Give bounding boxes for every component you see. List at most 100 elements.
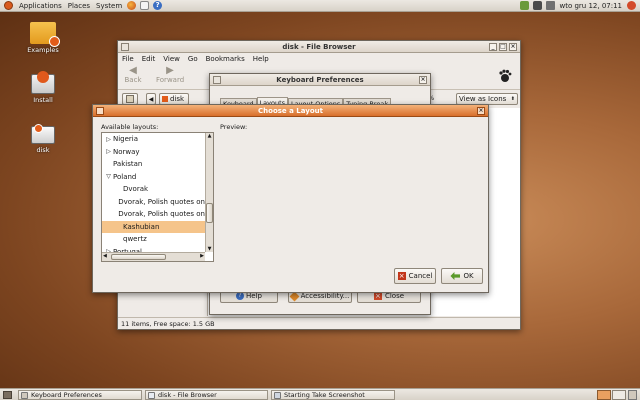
back-button[interactable]: ◀ Back — [122, 66, 144, 85]
expander-collapsed-icon[interactable]: ▷ — [104, 148, 113, 155]
layout-row[interactable]: ▷ Norway — [102, 146, 205, 159]
window-menu-icon[interactable] — [121, 43, 129, 51]
close-x-icon: × — [373, 292, 382, 300]
help-label: Help — [246, 292, 262, 300]
vertical-scrollbar[interactable]: ▲ ▼ — [205, 133, 213, 252]
close-button[interactable]: × — [419, 76, 427, 84]
close-button[interactable]: × — [477, 107, 485, 115]
layout-row[interactable]: Dvorak, Polish quotes on — [102, 208, 205, 221]
maximize-button[interactable]: □ — [499, 43, 507, 51]
statusbar: 11 items, Free space: 1.5 GB — [118, 317, 520, 329]
hscroll-thumb[interactable] — [111, 254, 166, 260]
spin-arrows-icon: ⬍ — [510, 96, 515, 102]
cancel-icon: × — [397, 272, 406, 280]
drive-icon — [162, 96, 168, 102]
menu-file[interactable]: File — [122, 55, 134, 63]
layout-label: Kashubian — [123, 222, 160, 231]
layout-label: Poland — [113, 172, 137, 181]
menu-bookmarks[interactable]: Bookmarks — [206, 55, 245, 63]
workspace-1[interactable] — [597, 390, 611, 400]
window-menu-icon[interactable] — [213, 76, 221, 84]
layout-label: Dvorak, Polish quotes on — [118, 197, 205, 206]
task-file-browser[interactable]: disk - File Browser — [145, 390, 268, 400]
task-keyboard-preferences[interactable]: Keyboard Preferences — [18, 390, 142, 400]
close-button[interactable]: × — [509, 43, 517, 51]
expander-expanded-icon[interactable]: ▽ — [104, 173, 113, 180]
scroll-thumb[interactable] — [206, 203, 213, 223]
scroll-up-arrow-icon[interactable]: ▲ — [206, 133, 213, 139]
volume-icon[interactable] — [545, 1, 555, 10]
layout-row[interactable]: Dvorak — [102, 183, 205, 196]
task-label: Keyboard Preferences — [31, 391, 102, 399]
choose-layout-dialog: Choose a Layout × Available layouts: Pre… — [92, 104, 489, 293]
window-menu-icon[interactable] — [96, 107, 104, 115]
folder-icon — [30, 22, 60, 47]
email-icon[interactable] — [140, 1, 150, 10]
menu-help[interactable]: Help — [253, 55, 269, 63]
ubuntu-logo-icon[interactable] — [4, 1, 13, 10]
file-browser-titlebar[interactable]: disk - File Browser _ □ × — [118, 41, 520, 53]
gnome-foot-icon — [498, 69, 512, 83]
layouts-tree[interactable]: ▷ Nigeria ▷ Norway Pakistan ▽ Poland Dvorak Dvor… — [101, 132, 214, 262]
keyboard-preferences-titlebar[interactable]: Keyboard Preferences × — [210, 74, 430, 86]
desktop-icon-install[interactable]: Install — [18, 71, 68, 104]
power-icon[interactable] — [627, 1, 636, 10]
layout-row[interactable]: ▽ Poland — [102, 171, 205, 184]
scroll-right-arrow-icon[interactable]: ▶ — [200, 253, 204, 259]
menu-view[interactable]: View — [163, 55, 180, 63]
ok-icon — [450, 272, 461, 280]
ok-button[interactable]: OK — [441, 268, 483, 284]
dialog-title: Choose a Layout — [258, 106, 323, 115]
horizontal-scrollbar[interactable]: ◀ ▶ — [102, 252, 205, 261]
choose-layout-titlebar[interactable]: Choose a Layout × — [93, 105, 488, 117]
layout-label: Norway — [113, 147, 140, 156]
forward-arrow-icon: ▶ — [166, 65, 174, 76]
desktop-icon-examples[interactable]: Examples — [18, 22, 68, 54]
layout-label: Dvorak, Polish quotes on — [118, 210, 205, 219]
layout-row[interactable]: Kashubian — [102, 220, 205, 233]
close-label: Close — [384, 292, 405, 300]
desktop-icon-label: Install — [33, 96, 53, 104]
minimize-button[interactable]: _ — [489, 43, 497, 51]
window-title: Keyboard Preferences — [276, 75, 364, 84]
desktop-icon-label: Examples — [27, 46, 59, 54]
menubar: File Edit View Go Bookmarks Help — [118, 53, 520, 64]
forward-button[interactable]: ▶ Forward — [156, 65, 185, 85]
layout-row[interactable]: qwertz — [102, 233, 205, 246]
scroll-left-arrow-icon[interactable]: ◀ — [103, 253, 107, 259]
folder-icon — [148, 391, 155, 399]
workspace-2[interactable] — [612, 390, 626, 400]
layout-row[interactable]: Pakistan — [102, 158, 205, 171]
preview-area — [220, 132, 482, 262]
accessibility-label: Accessibility... — [300, 292, 350, 300]
forward-label: Forward — [156, 76, 185, 84]
menu-go[interactable]: Go — [188, 55, 198, 63]
network-icon[interactable] — [519, 1, 529, 10]
cancel-button[interactable]: × Cancel — [394, 268, 436, 284]
window-title: disk - File Browser — [282, 42, 356, 51]
edit-icon — [126, 95, 134, 103]
install-icon — [31, 71, 55, 94]
back-label: Back — [124, 76, 142, 84]
layout-row[interactable]: ▷ Nigeria — [102, 133, 205, 146]
menu-edit[interactable]: Edit — [142, 55, 156, 63]
update-icon[interactable] — [532, 1, 542, 10]
menu-applications[interactable]: Applications — [16, 2, 65, 10]
task-label: Starting Take Screenshot — [284, 391, 365, 399]
expander-collapsed-icon[interactable]: ▷ — [104, 136, 113, 143]
menu-places[interactable]: Places — [65, 2, 93, 10]
firefox-icon[interactable] — [127, 1, 137, 10]
menu-system[interactable]: System — [93, 2, 125, 10]
show-desktop-icon[interactable] — [3, 391, 12, 399]
layout-label: Pakistan — [113, 160, 143, 169]
clock[interactable]: wto gru 12, 07:11 — [557, 2, 626, 10]
scroll-down-arrow-icon[interactable]: ▼ — [206, 246, 213, 252]
bottom-panel: Keyboard Preferences disk - File Browser… — [0, 388, 640, 400]
ok-label: OK — [463, 272, 474, 280]
desktop-icon-disk[interactable]: disk — [18, 124, 68, 154]
help-icon[interactable]: ? — [153, 1, 163, 10]
layout-row[interactable]: Dvorak, Polish quotes on — [102, 196, 205, 209]
task-take-screenshot[interactable]: Starting Take Screenshot — [271, 390, 395, 400]
trash-icon[interactable] — [628, 390, 637, 400]
keyboard-icon — [21, 391, 28, 399]
